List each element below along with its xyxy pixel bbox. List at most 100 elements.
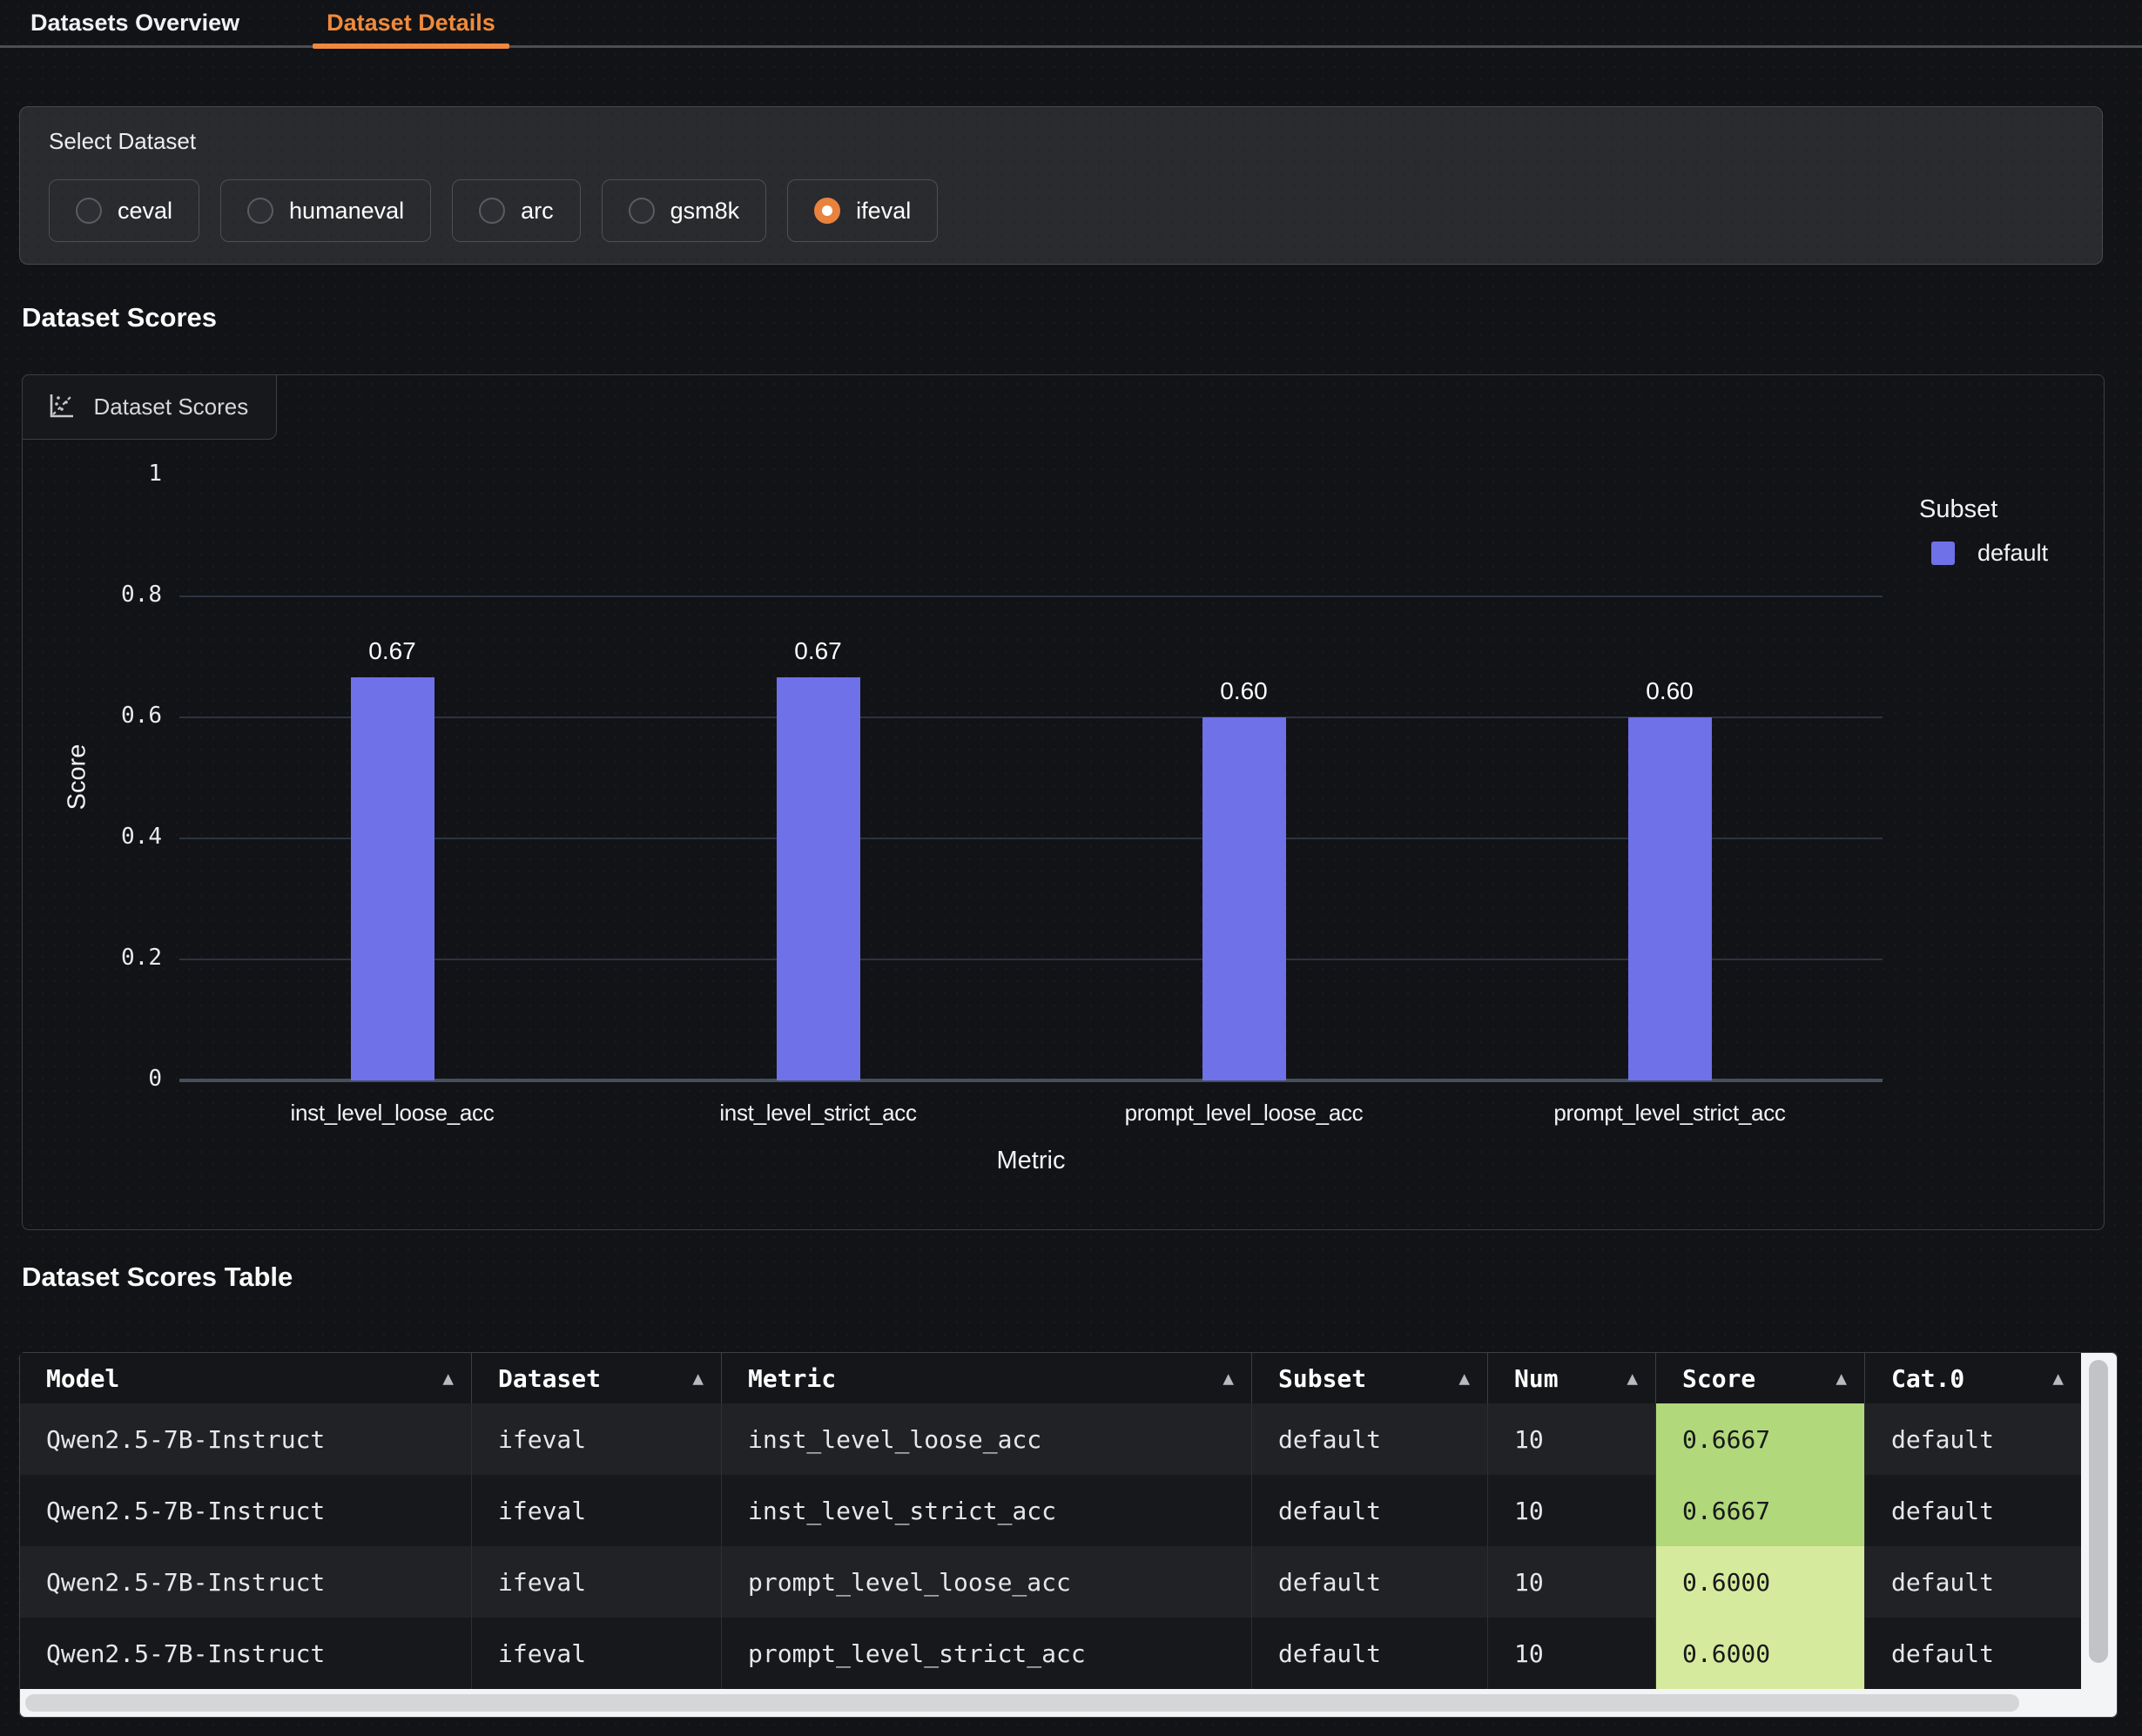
table-cell: default: [1865, 1618, 2081, 1689]
dataset-option-ifeval[interactable]: ifeval: [787, 179, 938, 242]
sort-ascending-icon: ▲: [1627, 1368, 1638, 1389]
column-header-dataset[interactable]: Dataset ▲: [472, 1353, 722, 1403]
y-axis-tick-label: 0: [23, 1066, 162, 1092]
table-cell: default: [1865, 1546, 2081, 1618]
sort-ascending-icon: ▲: [2052, 1368, 2064, 1389]
score-cell: 0.6667: [1656, 1475, 1865, 1546]
dataset-option-label: humaneval: [289, 198, 404, 225]
bar-value-label: 0.67: [723, 637, 914, 665]
y-axis-tick-label: 0.8: [23, 582, 162, 608]
radio-unselected-icon: [479, 198, 505, 224]
score-cell: 0.6667: [1656, 1403, 1865, 1475]
sort-ascending-icon: ▲: [1223, 1368, 1234, 1389]
x-axis-title: Metric: [926, 1147, 1135, 1175]
dataset-option-gsm8k[interactable]: gsm8k: [602, 179, 767, 242]
column-header-label: Num: [1514, 1364, 1559, 1393]
table-cell: default: [1865, 1475, 2081, 1546]
dataset-option-ceval[interactable]: ceval: [49, 179, 199, 242]
bar-value-label: 0.67: [297, 637, 488, 665]
column-header-metric[interactable]: Metric▲: [722, 1353, 1252, 1403]
table-body-area: Model▲Dataset▲Metric▲Subset▲Num▲Score▲Ca…: [20, 1353, 2081, 1689]
bar-value-label: 0.60: [1574, 677, 1766, 705]
y-axis-title: Score: [64, 690, 92, 864]
table-cell: ifeval: [472, 1475, 722, 1546]
legend-swatch-icon: [1931, 542, 1955, 565]
dataset-option-label: ceval: [118, 198, 172, 225]
radio-unselected-icon: [247, 198, 273, 224]
bar-chart: 00.20.40.60.81Score0.67inst_level_loose_…: [23, 375, 2104, 1229]
column-header-subset[interactable]: Subset ▲: [1252, 1353, 1488, 1403]
y-axis-tick-label: 0.6: [23, 703, 162, 729]
table-cell: ifeval: [472, 1618, 722, 1689]
y-axis-tick-label: 0.2: [23, 945, 162, 971]
dataset-scores-chart-panel: Dataset Scores 00.20.40.60.81Score0.67in…: [22, 374, 2105, 1230]
table-cell: inst_level_strict_acc: [722, 1475, 1252, 1546]
bar-prompt_level_loose_acc[interactable]: [1202, 717, 1286, 1080]
scatter-chart-icon: [45, 391, 77, 422]
legend-title: Subset: [1919, 495, 2048, 524]
dataset-scores-table-heading: Dataset Scores Table: [22, 1262, 293, 1293]
column-header-label: Score: [1682, 1364, 1755, 1393]
table-cell: ifeval: [472, 1546, 722, 1618]
table-cell: default: [1252, 1618, 1488, 1689]
horizontal-scrollbar[interactable]: [20, 1689, 2081, 1717]
table-cell: prompt_level_strict_acc: [722, 1618, 1252, 1689]
tab-dataset-details[interactable]: Dataset Details: [327, 0, 495, 45]
table-cell: default: [1252, 1403, 1488, 1475]
table-row: Qwen2.5-7B-Instructifevalinst_level_loos…: [20, 1403, 2081, 1475]
legend-item-default[interactable]: default: [1919, 540, 2048, 567]
y-axis-tick-label: 0.4: [23, 824, 162, 850]
column-header-score[interactable]: Score▲: [1656, 1353, 1865, 1403]
table-cell: 10: [1488, 1546, 1656, 1618]
table-cell: 10: [1488, 1618, 1656, 1689]
vertical-scrollbar[interactable]: [2081, 1353, 2117, 1717]
sort-ascending-icon: ▲: [692, 1368, 704, 1389]
table-cell: 10: [1488, 1475, 1656, 1546]
legend-item-label: default: [1977, 540, 2048, 567]
table-cell: default: [1865, 1403, 2081, 1475]
dataset-radio-group: ceval humaneval arc gsm8k ifeval: [49, 179, 2073, 242]
gridline: [179, 595, 1883, 597]
column-header-model[interactable]: Model ▲: [20, 1353, 472, 1403]
radio-unselected-icon: [76, 198, 102, 224]
column-header-label: Subset: [1278, 1364, 1366, 1393]
vertical-scrollbar-thumb[interactable]: [2089, 1360, 2108, 1663]
dataset-option-arc[interactable]: arc: [452, 179, 581, 242]
table-cell: ifeval: [472, 1403, 722, 1475]
bar-value-label: 0.60: [1148, 677, 1340, 705]
tab-datasets-overview[interactable]: Datasets Overview: [30, 0, 239, 45]
table-cell: Qwen2.5-7B-Instruct: [20, 1618, 472, 1689]
horizontal-scrollbar-thumb[interactable]: [25, 1694, 2019, 1712]
sort-ascending-icon: ▲: [1458, 1368, 1470, 1389]
y-axis-tick-label: 1: [23, 461, 162, 487]
dataset-option-label: arc: [521, 198, 554, 225]
table-cell: inst_level_loose_acc: [722, 1403, 1252, 1475]
dataset-option-humaneval[interactable]: humaneval: [220, 179, 431, 242]
column-header-label: Model: [46, 1364, 119, 1393]
table-row: Qwen2.5-7B-Instructifevalprompt_level_lo…: [20, 1546, 2081, 1618]
score-cell: 0.6000: [1656, 1618, 1865, 1689]
bar-inst_level_strict_acc[interactable]: [777, 677, 860, 1080]
tab-bar: Datasets Overview Dataset Details: [0, 0, 2142, 48]
table-cell: default: [1252, 1546, 1488, 1618]
bar-inst_level_loose_acc[interactable]: [351, 677, 434, 1080]
table-cell: Qwen2.5-7B-Instruct: [20, 1546, 472, 1618]
select-dataset-label: Select Dataset: [49, 128, 2073, 155]
table-row: Qwen2.5-7B-Instructifevalprompt_level_st…: [20, 1618, 2081, 1689]
table-cell: default: [1252, 1475, 1488, 1546]
chart-legend: Subset default: [1919, 495, 2048, 567]
column-header-cat-0[interactable]: Cat.0 ▲: [1865, 1353, 2081, 1403]
chart-label-text: Dataset Scores: [94, 394, 249, 421]
bar-prompt_level_strict_acc[interactable]: [1628, 717, 1712, 1080]
dataset-scores-heading: Dataset Scores: [22, 302, 217, 333]
table-row: Qwen2.5-7B-Instructifevalinst_level_stri…: [20, 1475, 2081, 1546]
select-dataset-panel: Select Dataset ceval humaneval arc gsm8k ife…: [19, 106, 2103, 265]
radio-selected-icon: [814, 198, 840, 224]
table-cell: Qwen2.5-7B-Instruct: [20, 1403, 472, 1475]
sort-ascending-icon: ▲: [442, 1368, 454, 1389]
column-header-num[interactable]: Num ▲: [1488, 1353, 1656, 1403]
table-cell: prompt_level_loose_acc: [722, 1546, 1252, 1618]
column-header-label: Dataset: [498, 1364, 601, 1393]
column-header-label: Cat.0: [1891, 1364, 1964, 1393]
dataset-scores-table: Model▲Dataset▲Metric▲Subset▲Num▲Score▲Ca…: [19, 1352, 2118, 1718]
